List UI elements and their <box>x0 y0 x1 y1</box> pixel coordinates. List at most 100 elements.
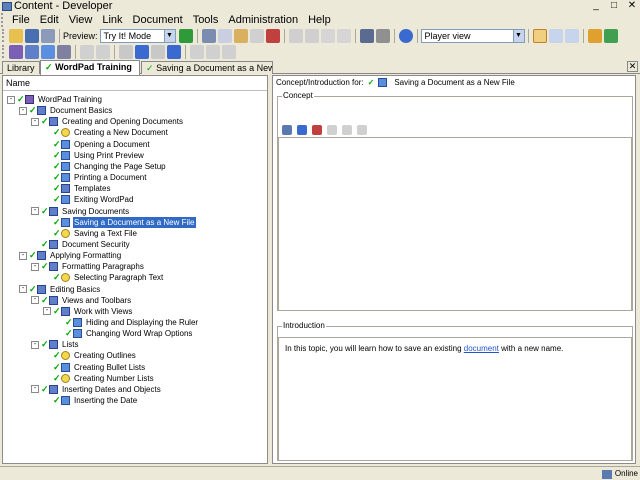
collapse-toggle-icon[interactable]: - <box>7 95 15 104</box>
tree-item[interactable]: ✓ Printing a Document <box>43 172 147 183</box>
close-tab-icon[interactable]: ✕ <box>627 61 638 72</box>
document-icon[interactable] <box>357 125 367 135</box>
minimize-button[interactable]: _ <box>590 0 602 12</box>
delete-icon[interactable] <box>249 28 264 43</box>
tab-topic[interactable]: ✓ Saving a Document as a New ... <box>141 61 273 74</box>
collapse-toggle-icon[interactable]: - <box>43 307 51 316</box>
collapse-toggle-icon[interactable]: - <box>31 262 39 271</box>
tab-outline[interactable]: ✓ WordPad Training <box>40 60 140 75</box>
link-icon[interactable] <box>57 44 71 59</box>
collapse-toggle-icon[interactable]: - <box>19 251 27 260</box>
spell-check-icon[interactable] <box>375 28 390 43</box>
new-section-icon[interactable] <box>25 44 39 59</box>
properties-icon[interactable] <box>80 44 94 59</box>
collapse-toggle-icon[interactable]: - <box>31 296 39 305</box>
save-icon[interactable] <box>25 28 39 43</box>
tree-item[interactable]: - ✓ Editing Basics <box>19 284 101 295</box>
menu-file[interactable]: File <box>7 13 35 27</box>
tree-item[interactable]: ✓ Creating Number Lists <box>43 373 155 384</box>
tree-item[interactable]: ✓ Creating a New Document <box>43 127 169 138</box>
remove-media-icon[interactable] <box>312 125 322 135</box>
introduction-text-area[interactable]: In this topic, you will learn how to sav… <box>278 337 632 461</box>
history-icon[interactable] <box>222 44 236 59</box>
tree-item[interactable]: ✓ Opening a Document <box>43 139 151 150</box>
arrow-left-icon[interactable] <box>119 44 133 59</box>
concept-content-area[interactable] <box>278 137 632 311</box>
tree-item[interactable]: ✓ Document Security <box>31 239 131 250</box>
tree-item-label: Creating Outlines <box>74 351 136 361</box>
collapse-toggle-icon[interactable]: - <box>19 106 27 115</box>
insert-icon[interactable] <box>320 28 335 43</box>
tree-item[interactable]: - ✓ Saving Documents <box>31 206 130 217</box>
open-icon[interactable] <box>9 28 23 43</box>
tree-item[interactable]: ✓ Hiding and Displaying the Ruler <box>55 317 199 328</box>
maximize-button[interactable]: □ <box>608 0 620 12</box>
tree-item[interactable]: ✓ Selecting Paragraph Text <box>43 272 164 283</box>
menu-view[interactable]: View <box>64 13 98 27</box>
view-mode-select[interactable]: Player view ▼ <box>420 28 525 43</box>
redo-icon[interactable] <box>304 28 319 43</box>
undo-icon[interactable] <box>288 28 303 43</box>
new-topic-icon[interactable] <box>41 44 55 59</box>
collapse-toggle-icon[interactable]: - <box>19 285 27 294</box>
collapse-toggle-icon[interactable]: - <box>31 385 39 394</box>
preview-mode-select[interactable]: Try It! Mode ▼ <box>99 28 176 43</box>
tree-item[interactable]: ✓ Saving a Document as a New File <box>43 216 196 228</box>
tree-item[interactable]: ✓ Using Print Preview <box>43 150 145 161</box>
layout-columns-icon[interactable] <box>564 28 579 43</box>
remove-icon[interactable] <box>336 28 351 43</box>
tree-item[interactable]: - ✓ Formatting Paragraphs <box>31 261 145 272</box>
tree-item[interactable]: ✓ Saving a Text File <box>43 228 138 239</box>
tree-item[interactable]: ✓ Templates <box>43 183 111 194</box>
tree-item[interactable]: ✓ Exiting WordPad <box>43 194 134 205</box>
tree-item[interactable]: - ✓ Inserting Dates and Objects <box>31 384 162 395</box>
tree-item[interactable]: ✓ Changing Word Wrap Options <box>55 328 193 339</box>
binoculars-icon[interactable] <box>359 28 374 43</box>
menu-link[interactable]: Link <box>97 13 127 27</box>
help-icon[interactable] <box>398 28 413 43</box>
collapse-toggle-icon[interactable]: - <box>31 207 39 215</box>
tree-item[interactable]: - ✓ Document Basics <box>19 105 113 116</box>
arrow-down-icon[interactable] <box>167 44 181 59</box>
tree-item[interactable]: ✓ Creating Bullet Lists <box>43 362 146 373</box>
tree-item[interactable]: - ✓ Work with Views <box>43 306 133 317</box>
arrow-right-icon[interactable] <box>135 44 149 59</box>
arrow-up-icon[interactable] <box>151 44 165 59</box>
edit-icon[interactable] <box>327 125 337 135</box>
intro-document-link[interactable]: document <box>464 344 499 353</box>
find-icon[interactable] <box>265 28 280 43</box>
refresh-icon[interactable] <box>603 28 618 43</box>
new-book-icon[interactable] <box>9 44 23 59</box>
link-icon[interactable] <box>282 125 292 135</box>
tree-item[interactable]: ✓ Inserting the Date <box>43 395 138 406</box>
print-icon[interactable] <box>41 28 55 43</box>
tree-item[interactable]: ✓ Creating Outlines <box>43 350 137 361</box>
close-button[interactable]: ✕ <box>626 0 638 12</box>
checkout-icon[interactable] <box>206 44 220 59</box>
copy-icon[interactable] <box>217 28 232 43</box>
tree-item[interactable]: - ✓ Applying Formatting <box>19 250 122 261</box>
settings-icon[interactable] <box>96 44 110 59</box>
tree-item[interactable]: - ✓ Creating and Opening Documents <box>31 116 184 127</box>
collapse-toggle-icon[interactable]: - <box>31 340 39 349</box>
menu-edit[interactable]: Edit <box>35 13 64 27</box>
tree-item[interactable]: ✓ Changing the Page Setup <box>43 161 167 172</box>
menu-tools[interactable]: Tools <box>188 13 224 27</box>
collapse-toggle-icon[interactable]: - <box>31 117 39 126</box>
menu-document[interactable]: Document <box>128 13 188 27</box>
tree-item[interactable]: - ✓ Views and Toolbars <box>31 295 132 306</box>
tree-item[interactable]: - ✓ Lists <box>31 339 79 350</box>
play-preview-icon[interactable] <box>178 28 193 43</box>
tree-item[interactable]: - ✓ WordPad Training <box>7 94 103 105</box>
tab-library[interactable]: Library <box>2 61 40 74</box>
menu-administration[interactable]: Administration <box>223 13 303 27</box>
checkin-icon[interactable] <box>190 44 204 59</box>
layout-split-icon[interactable] <box>548 28 563 43</box>
menu-help[interactable]: Help <box>303 13 336 27</box>
insert-media-icon[interactable] <box>297 125 307 135</box>
settings-icon[interactable] <box>342 125 352 135</box>
publish-icon[interactable] <box>587 28 602 43</box>
paste-icon[interactable] <box>233 28 248 43</box>
layout-single-icon[interactable] <box>532 28 547 43</box>
cut-icon[interactable] <box>201 28 216 43</box>
